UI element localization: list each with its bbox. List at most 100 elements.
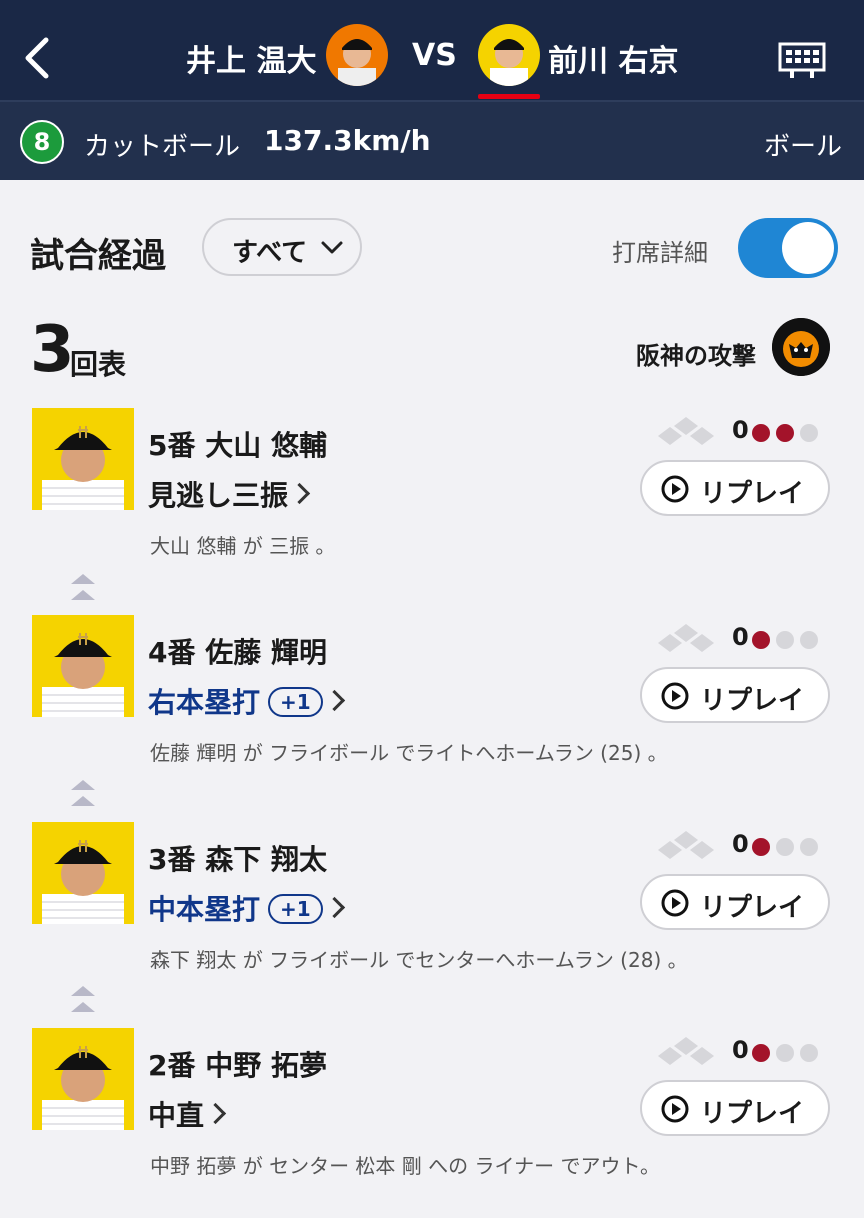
base-marker [658, 427, 682, 445]
toggle-knob [782, 222, 834, 274]
player-silhouette-icon [42, 633, 124, 717]
replay-button[interactable]: リプレイ [640, 1080, 830, 1136]
player-photo[interactable] [32, 408, 134, 510]
inning-number: 3 [30, 313, 75, 387]
pitch-type: カットボール [84, 132, 241, 162]
play-item: 4番 佐藤 輝明 右本塁打 +1 0 リプレイ 佐藤 輝明 が フライボール でラ… [0, 615, 864, 805]
base-marker [690, 634, 714, 652]
pitch-speed: 137.3km/h [264, 124, 431, 157]
play-item: 3番 森下 翔太 中本塁打 +1 0 リプレイ 森下 翔太 が フライボール でセ… [0, 822, 864, 1012]
chevron-right-icon [288, 482, 311, 505]
hanshin-tigers-logo [772, 318, 830, 376]
up-arrow-icon [71, 986, 95, 1012]
play-item: 2番 中野 拓夢 中直 0 リプレイ 中野 拓夢 が センター 松本 剛 への … [0, 1028, 864, 1218]
play-icon [661, 682, 689, 710]
player-photo[interactable] [32, 1028, 134, 1130]
outs-count: 0 [732, 830, 749, 858]
pitch-result: ボール [763, 132, 842, 162]
outs-count: 0 [732, 1036, 749, 1064]
chevron-right-icon [204, 1102, 227, 1125]
out-dot [752, 631, 770, 649]
base-diamond-icon [658, 417, 714, 445]
batter-name: 2番 中野 拓夢 [148, 1049, 327, 1082]
out-dot [752, 838, 770, 856]
rbi-badge: +1 [268, 687, 323, 717]
outs-count: 0 [732, 623, 749, 651]
pitcher-name[interactable]: 井上 温大 [186, 36, 316, 80]
base-diamond-icon [658, 624, 714, 652]
section-title: 試合経過 [30, 236, 166, 276]
attack-label: 阪神の攻撃 [636, 342, 756, 370]
pitcher-avatar[interactable] [326, 24, 388, 86]
chevron-right-icon [323, 896, 345, 919]
filter-dropdown[interactable]: すべて [202, 218, 362, 276]
out-dot [800, 424, 818, 442]
back-arrow-icon[interactable] [20, 36, 56, 80]
game-header: 井上 温大 VS 前川 右京 8 カットボール 137.3km/h ボール [0, 0, 864, 180]
pitch-number-badge: 8 [20, 120, 64, 164]
play-icon [661, 1095, 689, 1123]
rbi-badge: +1 [268, 894, 323, 924]
outcome-text: 右本塁打 [148, 686, 261, 719]
base-marker [674, 1037, 698, 1055]
replay-button[interactable]: リプレイ [640, 874, 830, 930]
inning-half: 回表 [70, 348, 127, 381]
base-marker [690, 841, 714, 859]
base-diamond-icon [658, 1037, 714, 1065]
replay-button[interactable]: リプレイ [640, 667, 830, 723]
active-batter-indicator [478, 94, 540, 99]
player-silhouette-icon [42, 1046, 124, 1130]
base-marker [674, 831, 698, 849]
vs-label: VS [412, 38, 457, 73]
base-marker [658, 634, 682, 652]
matchup: 井上 温大 VS 前川 右京 [180, 24, 700, 99]
replay-label: リプレイ [700, 479, 805, 509]
batter-name: 3番 森下 翔太 [148, 843, 327, 876]
outcome-text: 中本塁打 [148, 893, 261, 926]
play-outcome-link[interactable]: 見逃し三振 [148, 474, 311, 514]
matchup-bar: 井上 温大 VS 前川 右京 [0, 0, 864, 102]
play-outcome-link[interactable]: 中本塁打 +1 [148, 888, 345, 928]
player-photo[interactable] [32, 615, 134, 717]
out-dot [752, 424, 770, 442]
out-dot [776, 1044, 794, 1062]
replay-label: リプレイ [700, 686, 805, 716]
up-arrow-icon [71, 780, 95, 806]
batter-name: 4番 佐藤 輝明 [148, 636, 327, 669]
replay-label: リプレイ [700, 1099, 805, 1129]
outcome-text: 見逃し三振 [148, 479, 289, 512]
out-dot [776, 424, 794, 442]
base-diamond-icon [658, 831, 714, 859]
out-dot [752, 1044, 770, 1062]
batter-name: 5番 大山 悠輔 [148, 429, 327, 462]
detail-toggle[interactable] [738, 218, 838, 278]
batter-name[interactable]: 前川 右京 [548, 36, 678, 80]
out-dot [800, 838, 818, 856]
base-marker [658, 841, 682, 859]
play-outcome-link[interactable]: 右本塁打 +1 [148, 681, 345, 721]
play-icon [661, 889, 689, 917]
play-outcome-link[interactable]: 中直 [148, 1094, 227, 1134]
base-marker [658, 1047, 682, 1065]
base-marker [690, 1047, 714, 1065]
base-marker [674, 624, 698, 642]
chevron-right-icon [323, 689, 345, 712]
filter-label: すべて [232, 238, 308, 268]
play-description: 大山 悠輔 が 三振 。 [150, 534, 336, 558]
replay-button[interactable]: リプレイ [640, 460, 830, 516]
play-item: 5番 大山 悠輔 見逃し三振 0 リプレイ 大山 悠輔 が 三振 。 [0, 408, 864, 598]
out-dot [776, 631, 794, 649]
detail-label: 打席詳細 [612, 239, 708, 267]
player-silhouette-icon [42, 840, 124, 924]
up-arrow-icon [71, 574, 95, 600]
out-dot [776, 838, 794, 856]
replay-label: リプレイ [700, 893, 805, 923]
base-marker [674, 417, 698, 435]
play-description: 佐藤 輝明 が フライボール でライトへホームラン (25) 。 [150, 741, 668, 765]
scoreboard-icon[interactable] [778, 42, 826, 78]
batter-avatar[interactable] [478, 24, 540, 86]
outcome-text: 中直 [148, 1099, 205, 1132]
out-dot [800, 1044, 818, 1062]
chevron-down-icon [321, 241, 343, 254]
player-photo[interactable] [32, 822, 134, 924]
